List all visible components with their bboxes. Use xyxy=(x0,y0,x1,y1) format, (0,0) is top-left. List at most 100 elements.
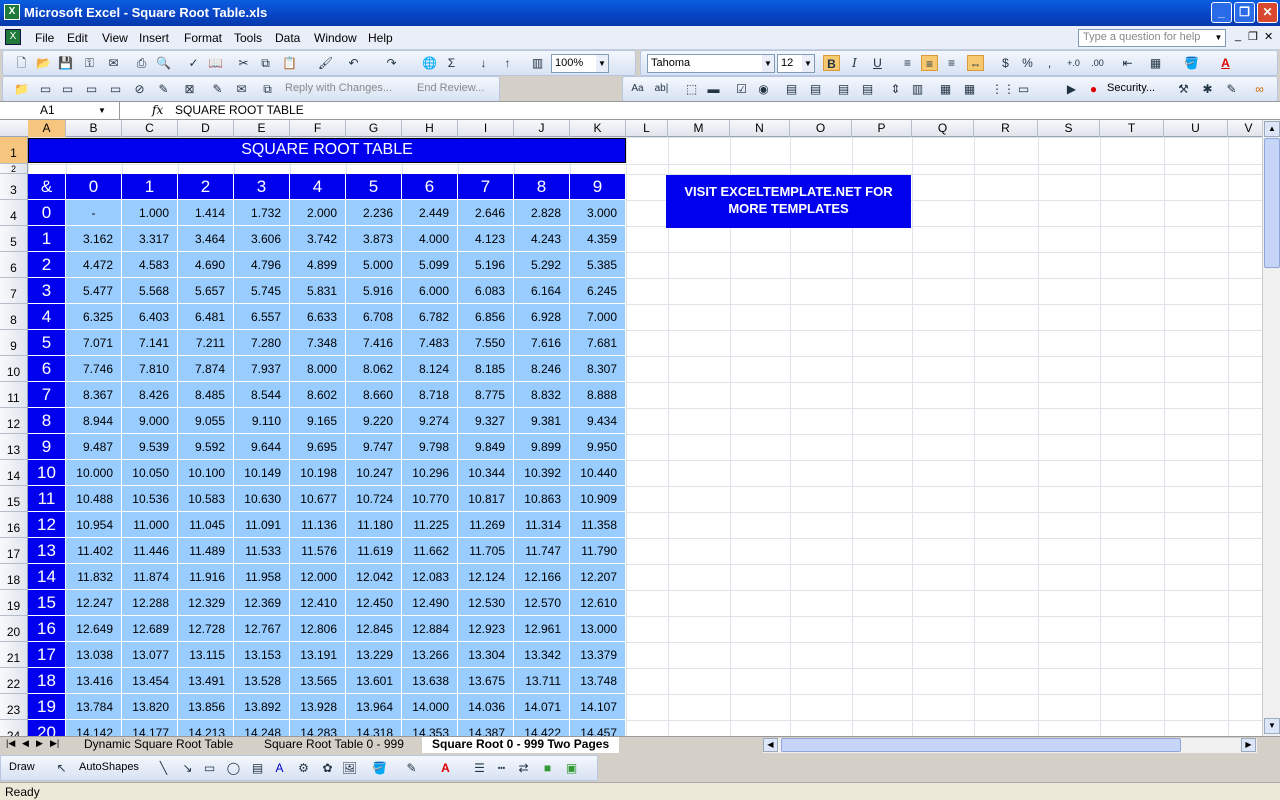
next-comment-icon[interactable]: ▭ xyxy=(107,81,124,97)
reviewing-pane-icon[interactable]: ⊠ xyxy=(181,81,198,97)
value-cell[interactable]: 1.732 xyxy=(234,200,290,226)
value-cell[interactable]: 3.000 xyxy=(570,200,626,226)
doc-close-button[interactable]: ✕ xyxy=(1264,30,1273,43)
option-button-icon[interactable]: ◉ xyxy=(755,81,772,97)
align-right-icon[interactable]: ≡ xyxy=(943,55,960,71)
value-cell[interactable]: 9.110 xyxy=(234,408,290,434)
value-cell[interactable]: 4.899 xyxy=(290,252,346,278)
doc-minimize-button[interactable]: _ xyxy=(1235,30,1241,42)
value-cell[interactable]: 8.718 xyxy=(402,382,458,408)
value-cell[interactable]: 4.472 xyxy=(66,252,122,278)
value-cell[interactable]: 13.153 xyxy=(234,642,290,668)
value-cell[interactable]: 11.576 xyxy=(290,538,346,564)
row-header[interactable]: 18 xyxy=(0,564,28,590)
value-cell[interactable]: 9.220 xyxy=(346,408,402,434)
value-cell[interactable]: 7.348 xyxy=(290,330,346,356)
value-cell[interactable]: 9.644 xyxy=(234,434,290,460)
row-header[interactable]: 19 xyxy=(0,590,28,616)
value-cell[interactable]: 4.123 xyxy=(458,226,514,252)
column-header[interactable]: F xyxy=(290,120,346,137)
run-macro-icon[interactable]: ▶ xyxy=(1063,81,1080,97)
value-cell[interactable]: 8.246 xyxy=(514,356,570,382)
value-cell[interactable]: 9.798 xyxy=(402,434,458,460)
close-button[interactable]: ✕ xyxy=(1257,2,1278,23)
column-header[interactable]: M xyxy=(668,120,730,137)
workbook-share-icon[interactable]: ⧉ xyxy=(259,81,276,97)
value-cell[interactable]: 5.916 xyxy=(346,278,402,304)
arrow-style-icon[interactable]: ⇄ xyxy=(515,760,532,776)
menu-insert[interactable]: Insert xyxy=(139,31,169,45)
column-header[interactable]: D xyxy=(178,120,234,137)
value-cell[interactable]: 4.690 xyxy=(178,252,234,278)
value-cell[interactable]: 12.450 xyxy=(346,590,402,616)
chevron-down-icon[interactable]: ▼ xyxy=(1212,30,1225,46)
value-cell[interactable]: 14.283 xyxy=(290,720,346,736)
vb-editor-icon[interactable]: ⚒ xyxy=(1175,81,1192,97)
arrow-icon[interactable]: ↘ xyxy=(179,760,196,776)
design-mode-icon[interactable]: ✎ xyxy=(1223,81,1240,97)
value-cell[interactable]: 11.832 xyxy=(66,564,122,590)
value-cell[interactable]: 9.274 xyxy=(402,408,458,434)
column-header[interactable]: T xyxy=(1100,120,1164,137)
table-title-cell[interactable]: SQUARE ROOT TABLE xyxy=(28,138,626,163)
value-cell[interactable]: 13.565 xyxy=(290,668,346,694)
last-sheet-icon[interactable]: ▶| xyxy=(50,738,59,749)
value-cell[interactable]: 11.045 xyxy=(178,512,234,538)
value-cell[interactable]: 12.000 xyxy=(290,564,346,590)
value-cell[interactable]: 10.247 xyxy=(346,460,402,486)
sheet-tab-two-pages[interactable]: Square Root 0 - 999 Two Pages xyxy=(422,737,620,753)
value-cell[interactable]: 13.784 xyxy=(66,694,122,720)
digit-header-cell[interactable]: 0 xyxy=(66,174,122,200)
value-cell[interactable]: 7.681 xyxy=(570,330,626,356)
value-cell[interactable]: 13.038 xyxy=(66,642,122,668)
row-header[interactable]: 23 xyxy=(0,694,28,720)
value-cell[interactable]: 5.745 xyxy=(234,278,290,304)
value-cell[interactable]: 11.180 xyxy=(346,512,402,538)
column-header[interactable]: U xyxy=(1164,120,1228,137)
toggle-grid-icon[interactable]: ⋮⋮ xyxy=(991,81,1015,97)
value-cell[interactable]: 5.385 xyxy=(570,252,626,278)
row-header[interactable]: 5 xyxy=(0,226,28,252)
row-header[interactable]: 15 xyxy=(0,486,28,512)
format-painter-icon[interactable]: 🖌 xyxy=(317,55,334,71)
scroll-right-icon[interactable]: ▶ xyxy=(1241,738,1256,752)
value-cell[interactable]: 13.491 xyxy=(178,668,234,694)
list-box-icon[interactable]: ▤ xyxy=(783,81,800,97)
value-cell[interactable]: 11.402 xyxy=(66,538,122,564)
minimize-button[interactable]: _ xyxy=(1211,2,1232,23)
value-cell[interactable]: 7.937 xyxy=(234,356,290,382)
row-header[interactable]: 7 xyxy=(0,278,28,304)
value-cell[interactable]: 10.198 xyxy=(290,460,346,486)
doc-restore-button[interactable]: ❐ xyxy=(1248,30,1258,43)
value-cell[interactable]: 10.100 xyxy=(178,460,234,486)
value-cell[interactable]: 12.083 xyxy=(402,564,458,590)
value-cell[interactable]: 10.770 xyxy=(402,486,458,512)
row-label-cell[interactable]: 17 xyxy=(28,642,66,668)
row-label-cell[interactable]: 16 xyxy=(28,616,66,642)
scroll-left-icon[interactable]: ◀ xyxy=(763,738,778,752)
value-cell[interactable]: 11.662 xyxy=(402,538,458,564)
value-cell[interactable]: 9.539 xyxy=(122,434,178,460)
value-cell[interactable]: 11.269 xyxy=(458,512,514,538)
open-icon[interactable]: 📂 xyxy=(35,55,52,71)
column-header[interactable]: Q xyxy=(912,120,974,137)
record-macro-icon[interactable]: ● xyxy=(1085,81,1102,97)
print-icon[interactable]: ⎙ xyxy=(133,55,150,71)
value-cell[interactable]: 7.483 xyxy=(402,330,458,356)
worksheet-grid[interactable]: ABCDEFGHIJKLMNOPQRSTUV 1 2 3 4 5 6 7 8 9 10 11 12 13… xyxy=(0,120,1262,736)
3d-style-icon[interactable]: ▣ xyxy=(563,760,580,776)
row-header[interactable]: 22 xyxy=(0,668,28,694)
name-box[interactable]: A1 ▼ xyxy=(0,102,120,119)
row-header[interactable]: 20 xyxy=(0,616,28,642)
value-cell[interactable]: 3.162 xyxy=(66,226,122,252)
diagram-icon[interactable]: ⚙ xyxy=(295,760,312,776)
value-cell[interactable]: 5.196 xyxy=(458,252,514,278)
value-cell[interactable]: 11.000 xyxy=(122,512,178,538)
oval-icon[interactable]: ◯ xyxy=(225,760,242,776)
value-cell[interactable]: 13.000 xyxy=(570,616,626,642)
value-cell[interactable]: 9.165 xyxy=(290,408,346,434)
value-cell[interactable]: 9.055 xyxy=(178,408,234,434)
value-cell[interactable]: 14.248 xyxy=(234,720,290,736)
value-cell[interactable]: 12.042 xyxy=(346,564,402,590)
value-cell[interactable]: 12.369 xyxy=(234,590,290,616)
